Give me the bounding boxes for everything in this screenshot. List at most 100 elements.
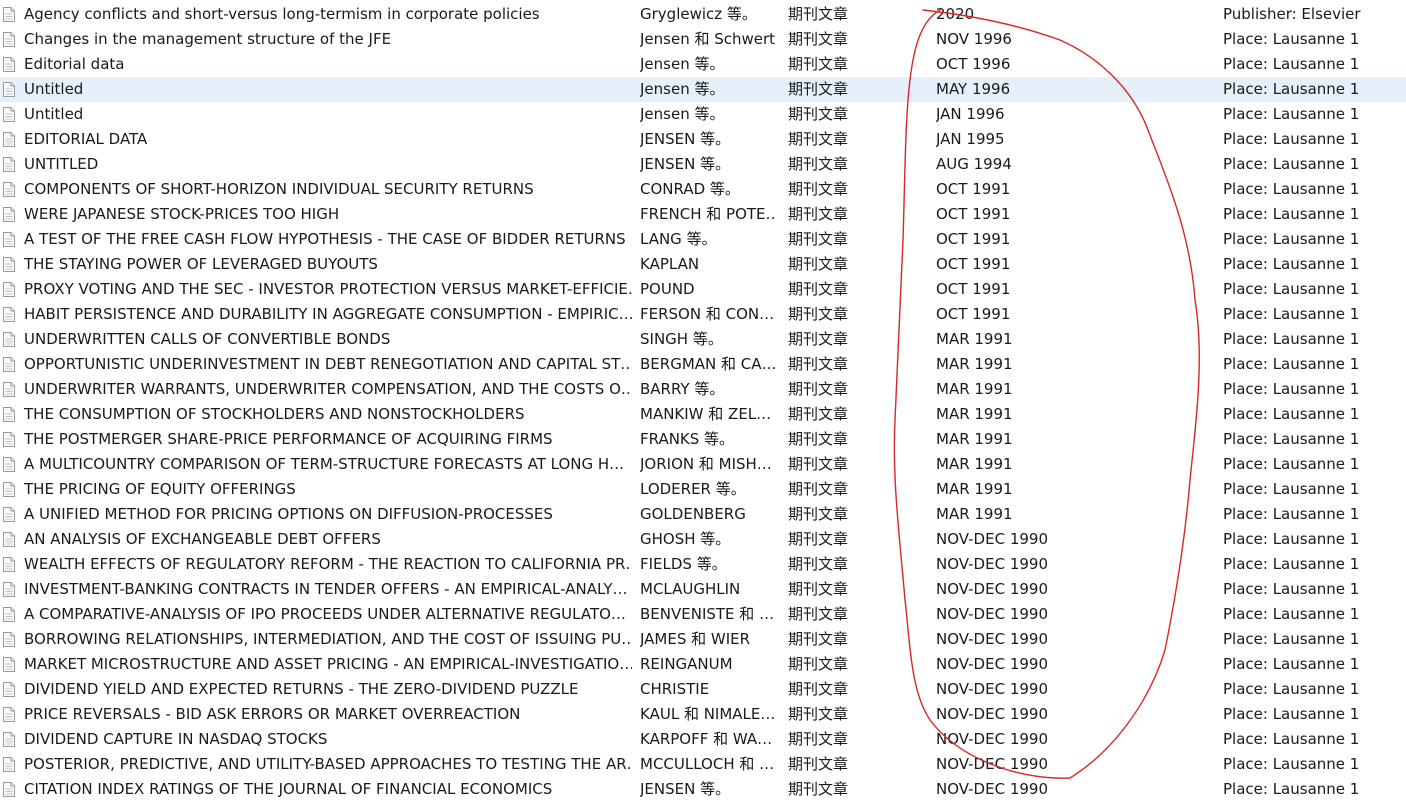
- cell-author: LANG 等。: [640, 230, 717, 248]
- cell-type: 期刊文章: [788, 755, 849, 773]
- list-item[interactable]: A MULTICOUNTRY COMPARISON OF TERM-STRUCT…: [0, 452, 1406, 477]
- cell-extra: Place: Lausanne 1: [1223, 30, 1360, 48]
- list-item[interactable]: UNDERWRITER WARRANTS, UNDERWRITER COMPEN…: [0, 377, 1406, 402]
- cell-author: MCLAUGHLIN: [640, 580, 741, 598]
- list-item[interactable]: PROXY VOTING AND THE SEC - INVESTOR PROT…: [0, 277, 1406, 302]
- cell-title: OPPORTUNISTIC UNDERINVESTMENT IN DEBT RE…: [24, 355, 632, 373]
- list-item[interactable]: DIVIDEND CAPTURE IN NASDAQ STOCKS KARPOFF…: [0, 727, 1406, 752]
- list-item[interactable]: WEALTH EFFECTS OF REGULATORY REFORM - TH…: [0, 552, 1406, 577]
- list-item[interactable]: BORROWING RELATIONSHIPS, INTERMEDIATION,…: [0, 627, 1406, 652]
- cell-author: POUND: [640, 280, 695, 298]
- list-item[interactable]: A TEST OF THE FREE CASH FLOW HYPOTHESIS …: [0, 227, 1406, 252]
- cell-type: 期刊文章: [788, 305, 849, 323]
- document-icon: [3, 332, 15, 347]
- cell-extra: Place: Lausanne 1: [1223, 530, 1360, 548]
- list-item[interactable]: DIVIDEND YIELD AND EXPECTED RETURNS - TH…: [0, 677, 1406, 702]
- cell-date: MAR 1991: [936, 480, 1013, 498]
- document-icon: [3, 657, 15, 672]
- cell-title: HABIT PERSISTENCE AND DURABILITY IN AGGR…: [24, 305, 632, 323]
- cell-date: NOV-DEC 1990: [936, 680, 1049, 698]
- cell-extra: Place: Lausanne 1: [1223, 380, 1360, 398]
- list-item[interactable]: POSTERIOR, PREDICTIVE, AND UTILITY-BASED…: [0, 752, 1406, 777]
- cell-title: UNDERWRITTEN CALLS OF CONVERTIBLE BONDS: [24, 330, 391, 348]
- document-icon: [3, 32, 15, 47]
- list-item[interactable]: EDITORIAL DATA JENSEN 等。 期刊文章 JAN 1995 Place…: [0, 127, 1406, 152]
- cell-author: GHOSH 等。: [640, 530, 731, 548]
- cell-extra: Place: Lausanne 1: [1223, 305, 1360, 323]
- cell-title: UNTITLED: [24, 155, 99, 173]
- cell-title: THE POSTMERGER SHARE-PRICE PERFORMANCE O…: [24, 430, 553, 448]
- cell-type: 期刊文章: [788, 405, 849, 423]
- cell-extra: Place: Lausanne 1: [1223, 455, 1360, 473]
- list-item[interactable]: Editorial data Jensen 等。 期刊文章 OCT 1996 Place…: [0, 52, 1406, 77]
- cell-date: OCT 1991: [936, 280, 1011, 298]
- cell-author: KAPLAN: [640, 255, 700, 273]
- cell-date: NOV-DEC 1990: [936, 555, 1049, 573]
- list-item[interactable]: INVESTMENT-BANKING CONTRACTS IN TENDER O…: [0, 577, 1406, 602]
- cell-title: A UNIFIED METHOD FOR PRICING OPTIONS ON …: [24, 505, 553, 523]
- cell-title: WEALTH EFFECTS OF REGULATORY REFORM - TH…: [24, 555, 632, 573]
- cell-type: 期刊文章: [788, 280, 849, 298]
- list-item[interactable]: THE POSTMERGER SHARE-PRICE PERFORMANCE O…: [0, 427, 1406, 452]
- cell-date: JAN 1995: [936, 130, 1005, 148]
- cell-title: INVESTMENT-BANKING CONTRACTS IN TENDER O…: [24, 580, 628, 598]
- list-item[interactable]: HABIT PERSISTENCE AND DURABILITY IN AGGR…: [0, 302, 1406, 327]
- cell-date: MAY 1996: [936, 80, 1011, 98]
- cell-type: 期刊文章: [788, 380, 849, 398]
- cell-author: KARPOFF 和 WA…: [640, 730, 773, 748]
- list-item[interactable]: Untitled Jensen 等。 期刊文章 MAY 1996 Place: Laus…: [0, 77, 1406, 102]
- document-icon: [3, 732, 15, 747]
- list-item[interactable]: COMPONENTS OF SHORT-HORIZON INDIVIDUAL S…: [0, 177, 1406, 202]
- list-item[interactable]: PRICE REVERSALS - BID ASK ERRORS OR MARK…: [0, 702, 1406, 727]
- cell-type: 期刊文章: [788, 455, 849, 473]
- cell-date: NOV-DEC 1990: [936, 580, 1049, 598]
- cell-date: MAR 1991: [936, 430, 1013, 448]
- cell-title: EDITORIAL DATA: [24, 130, 148, 148]
- cell-author: Gryglewicz 等。: [640, 5, 757, 23]
- cell-type: 期刊文章: [788, 630, 849, 648]
- cell-extra: Place: Lausanne 1: [1223, 330, 1360, 348]
- cell-extra: Publisher: Elsevier: [1223, 5, 1361, 23]
- list-item[interactable]: AN ANALYSIS OF EXCHANGEABLE DEBT OFFERS G…: [0, 527, 1406, 552]
- list-item[interactable]: UNDERWRITTEN CALLS OF CONVERTIBLE BONDS S…: [0, 327, 1406, 352]
- cell-title: MARKET MICROSTRUCTURE AND ASSET PRICING …: [24, 655, 632, 673]
- list-item[interactable]: A COMPARATIVE-ANALYSIS OF IPO PROCEEDS U…: [0, 602, 1406, 627]
- document-icon: [3, 782, 15, 797]
- cell-extra: Place: Lausanne 1: [1223, 255, 1360, 273]
- cell-title: DIVIDEND YIELD AND EXPECTED RETURNS - TH…: [24, 680, 579, 698]
- cell-author: MANKIW 和 ZEL…: [640, 405, 772, 423]
- cell-title: AN ANALYSIS OF EXCHANGEABLE DEBT OFFERS: [24, 530, 381, 548]
- cell-author: Jensen 等。: [640, 80, 725, 98]
- list-item[interactable]: MARKET MICROSTRUCTURE AND ASSET PRICING …: [0, 652, 1406, 677]
- list-item[interactable]: A UNIFIED METHOD FOR PRICING OPTIONS ON …: [0, 502, 1406, 527]
- list-item[interactable]: THE STAYING POWER OF LEVERAGED BUYOUTS KA…: [0, 252, 1406, 277]
- document-icon: [3, 682, 15, 697]
- list-item[interactable]: Changes in the management structure of t…: [0, 27, 1406, 52]
- cell-extra: Place: Lausanne 1: [1223, 80, 1360, 98]
- cell-title: Untitled: [24, 105, 84, 123]
- cell-extra: Place: Lausanne 1: [1223, 230, 1360, 248]
- list-item[interactable]: OPPORTUNISTIC UNDERINVESTMENT IN DEBT RE…: [0, 352, 1406, 377]
- document-icon: [3, 282, 15, 297]
- list-item[interactable]: Agency conflicts and short-versus long-t…: [0, 2, 1406, 27]
- list-item[interactable]: CITATION INDEX RATINGS OF THE JOURNAL OF…: [0, 777, 1406, 802]
- cell-extra: Place: Lausanne 1: [1223, 430, 1360, 448]
- document-icon: [3, 407, 15, 422]
- list-item[interactable]: THE CONSUMPTION OF STOCKHOLDERS AND NONS…: [0, 402, 1406, 427]
- cell-type: 期刊文章: [788, 255, 849, 273]
- cell-type: 期刊文章: [788, 530, 849, 548]
- cell-date: OCT 1991: [936, 230, 1011, 248]
- cell-title: UNDERWRITER WARRANTS, UNDERWRITER COMPEN…: [24, 380, 632, 398]
- document-icon: [3, 57, 15, 72]
- cell-title: THE CONSUMPTION OF STOCKHOLDERS AND NONS…: [24, 405, 525, 423]
- cell-author: LODERER 等。: [640, 480, 746, 498]
- cell-date: 2020: [936, 5, 975, 23]
- cell-date: OCT 1996: [936, 55, 1011, 73]
- cell-extra: Place: Lausanne 1: [1223, 55, 1360, 73]
- list-item[interactable]: UNTITLED JENSEN 等。 期刊文章 AUG 1994 Place: Laus…: [0, 152, 1406, 177]
- document-icon: [3, 432, 15, 447]
- list-item[interactable]: THE PRICING OF EQUITY OFFERINGS LODERER 等…: [0, 477, 1406, 502]
- cell-title: WERE JAPANESE STOCK-PRICES TOO HIGH: [24, 205, 340, 223]
- list-item[interactable]: WERE JAPANESE STOCK-PRICES TOO HIGH FRENC…: [0, 202, 1406, 227]
- list-item[interactable]: Untitled Jensen 等。 期刊文章 JAN 1996 Place: Laus…: [0, 102, 1406, 127]
